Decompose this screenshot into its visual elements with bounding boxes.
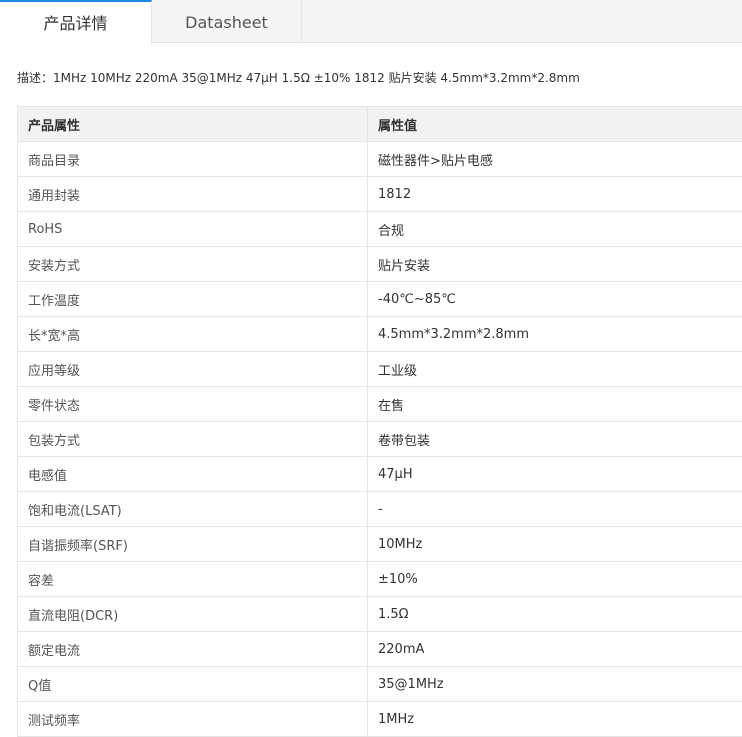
- attribute-name: 测试频率: [17, 701, 368, 737]
- table-row: 长*宽*高 4.5mm*3.2mm*2.8mm: [17, 316, 742, 352]
- attribute-value: 35@1MHz: [367, 666, 742, 702]
- attribute-value: 47μH: [367, 456, 742, 492]
- attribute-name: RoHS: [17, 211, 368, 247]
- table-row: 饱和电流(LSAT) -: [17, 491, 742, 527]
- attribute-value: 卷带包装: [367, 421, 742, 457]
- attribute-value: 在售: [367, 386, 742, 422]
- table-row: 额定电流 220mA: [17, 631, 742, 667]
- attribute-name: 饱和电流(LSAT): [17, 491, 368, 527]
- attribute-name: 电感值: [17, 456, 368, 492]
- header-attribute: 产品属性: [17, 106, 368, 142]
- attribute-value: 磁性器件>贴片电感: [367, 141, 742, 177]
- attribute-value: -40℃~85℃: [367, 281, 742, 317]
- attribute-value: 合规: [367, 211, 742, 247]
- table-row: Q值 35@1MHz: [17, 666, 742, 702]
- attribute-name: 包装方式: [17, 421, 368, 457]
- attribute-value: 1812: [367, 176, 742, 212]
- attribute-name: 长*宽*高: [17, 316, 368, 352]
- table-row: 电感值 47μH: [17, 456, 742, 492]
- attribute-name: 安装方式: [17, 246, 368, 282]
- attribute-value: 1.5Ω: [367, 596, 742, 632]
- attribute-name: 应用等级: [17, 351, 368, 387]
- attribute-name: 通用封装: [17, 176, 368, 212]
- attribute-value: 工业级: [367, 351, 742, 387]
- table-row: 直流电阻(DCR) 1.5Ω: [17, 596, 742, 632]
- attributes-table: 产品属性 属性值 商品目录 磁性器件>贴片电感 通用封装 1812 RoHS 合规 安装方式…: [17, 106, 742, 737]
- attribute-name: 自谐振频率(SRF): [17, 526, 368, 562]
- attribute-name: 额定电流: [17, 631, 368, 667]
- tab-datasheet[interactable]: Datasheet: [152, 0, 302, 43]
- attribute-name: 工作温度: [17, 281, 368, 317]
- attribute-name: 商品目录: [17, 141, 368, 177]
- attribute-value: 4.5mm*3.2mm*2.8mm: [367, 316, 742, 352]
- tab-product-details[interactable]: 产品详情: [0, 0, 152, 44]
- table-row: RoHS 合规: [17, 211, 742, 247]
- table-row: 安装方式 贴片安装: [17, 246, 742, 282]
- table-row: 零件状态 在售: [17, 386, 742, 422]
- attribute-value: 10MHz: [367, 526, 742, 562]
- header-value: 属性值: [367, 106, 742, 142]
- attribute-name: Q值: [17, 666, 368, 702]
- table-row: 容差 ±10%: [17, 561, 742, 597]
- table-row: 自谐振频率(SRF) 10MHz: [17, 526, 742, 562]
- product-description: 描述：1MHz 10MHz 220mA 35@1MHz 47μH 1.5Ω ±1…: [17, 71, 580, 85]
- attribute-name: 零件状态: [17, 386, 368, 422]
- table-row: 商品目录 磁性器件>贴片电感: [17, 141, 742, 177]
- table-row: 应用等级 工业级: [17, 351, 742, 387]
- table-row: 通用封装 1812: [17, 176, 742, 212]
- table-row: 包装方式 卷带包装: [17, 421, 742, 457]
- attribute-value: ±10%: [367, 561, 742, 597]
- attribute-name: 容差: [17, 561, 368, 597]
- attribute-value: 1MHz: [367, 701, 742, 737]
- tab-bar: 产品详情 Datasheet: [0, 0, 742, 44]
- table-row: 测试频率 1MHz: [17, 701, 742, 737]
- attribute-value: -: [367, 491, 742, 527]
- table-header-row: 产品属性 属性值: [17, 106, 742, 142]
- table-row: 工作温度 -40℃~85℃: [17, 281, 742, 317]
- attribute-value: 贴片安装: [367, 246, 742, 282]
- attribute-value: 220mA: [367, 631, 742, 667]
- attribute-name: 直流电阻(DCR): [17, 596, 368, 632]
